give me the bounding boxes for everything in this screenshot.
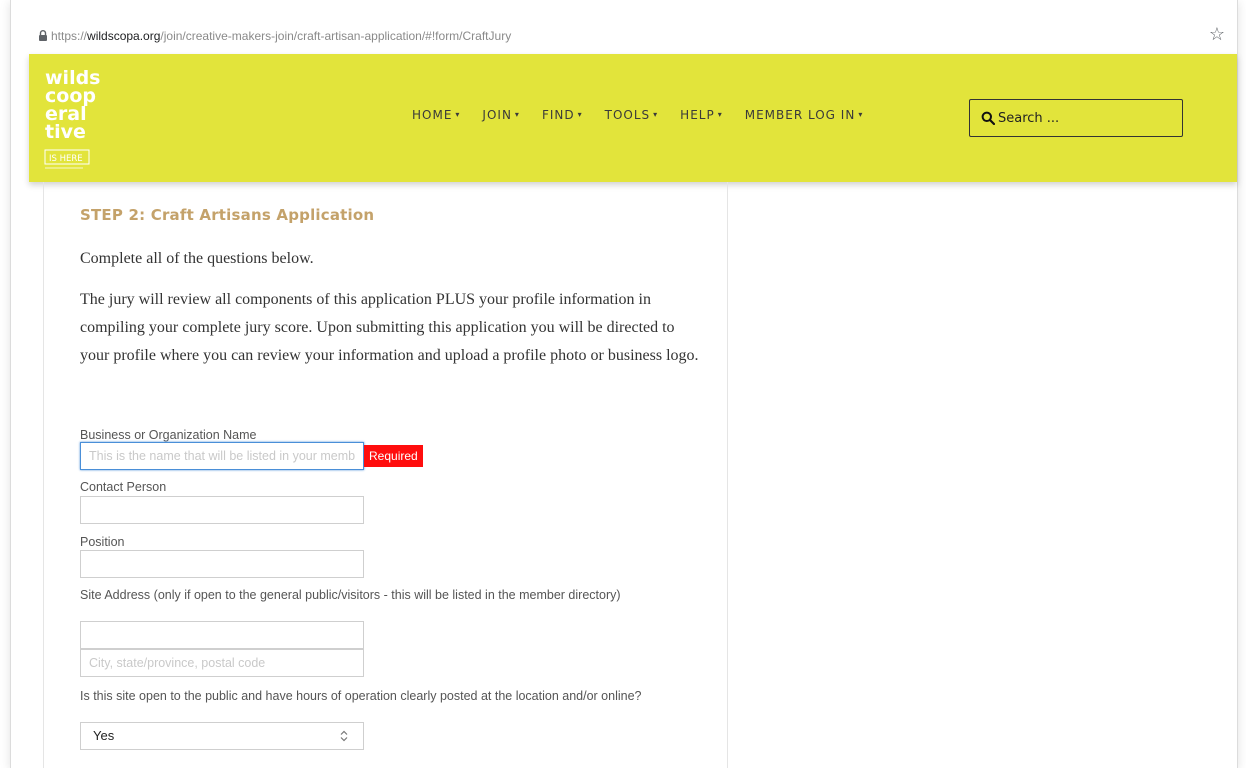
url-prefix: https://	[51, 29, 88, 43]
caret-down-icon: ▾	[577, 110, 583, 119]
site-address-input[interactable]	[80, 621, 364, 649]
open-to-public-label: Is this site open to the public and have…	[80, 689, 642, 703]
nav-home-label: HOME	[412, 108, 453, 122]
intro-text: Complete all of the questions below.	[80, 250, 314, 267]
nav-home[interactable]: HOME ▾	[401, 108, 471, 122]
search-box	[969, 99, 1183, 137]
business-name-label: Business or Organization Name	[80, 428, 257, 442]
nav-member-login[interactable]: MEMBER LOG IN ▾	[734, 108, 875, 122]
caret-down-icon: ▾	[858, 110, 864, 119]
site-logo[interactable]: wilds coop eral tive IS HERE	[43, 62, 113, 174]
svg-text:IS HERE: IS HERE	[49, 154, 83, 164]
caret-down-icon: ▾	[717, 110, 723, 119]
open-to-public-select[interactable]: Yes	[80, 722, 364, 750]
caret-down-icon: ▾	[455, 110, 461, 119]
contact-person-input[interactable]	[80, 496, 364, 524]
position-label: Position	[80, 535, 125, 549]
form-content: STEP 2: Craft Artisans Application Compl…	[43, 182, 728, 768]
url-text[interactable]: https://wildscopa.org/join/creative-make…	[51, 29, 511, 43]
city-state-input[interactable]	[80, 649, 364, 677]
browser-window: https://wildscopa.org/join/creative-make…	[10, 0, 1238, 768]
logo-graphic: wilds coop eral tive IS HERE	[44, 67, 101, 169]
caret-down-icon: ▾	[514, 110, 520, 119]
contact-person-label: Contact Person	[80, 480, 167, 494]
site-address-label: Site Address (only if open to the genera…	[80, 588, 621, 602]
page-title: STEP 2: Craft Artisans Application	[80, 206, 375, 224]
open-to-public-value: Yes	[93, 728, 115, 743]
nav-find[interactable]: FIND ▾	[531, 108, 594, 122]
lock-icon	[39, 30, 47, 41]
nav-tools[interactable]: TOOLS ▾	[594, 108, 670, 122]
select-chevron-icon	[340, 730, 348, 742]
nav-help[interactable]: HELP ▾	[669, 108, 734, 122]
main-nav: HOME ▾ JOIN ▾ FIND ▾ TOOLS ▾ HELP ▾ MEMBER LO…	[401, 108, 874, 122]
bookmark-star-icon[interactable]: ☆	[1207, 24, 1227, 44]
business-name-input[interactable]	[80, 442, 364, 470]
required-badge: Required	[364, 445, 423, 467]
nav-member-login-label: MEMBER LOG IN	[744, 108, 856, 122]
nav-join-label: JOIN	[482, 108, 512, 122]
position-input[interactable]	[80, 550, 364, 578]
nav-find-label: FIND	[541, 108, 575, 122]
nav-join[interactable]: JOIN ▾	[471, 108, 531, 122]
url-path: /join/creative-makers-join/craft-artisan…	[160, 29, 512, 43]
url-domain: wildscopa.org	[87, 29, 161, 43]
search-icon[interactable]	[981, 111, 995, 125]
svg-text:tive: tive	[45, 121, 86, 143]
site-header: wilds coop eral tive IS HERE HOME ▾ JOIN ▾…	[29, 54, 1237, 182]
nav-help-label: HELP	[680, 108, 715, 122]
address-bar[interactable]: https://wildscopa.org/join/creative-make…	[11, 20, 1237, 54]
caret-down-icon: ▾	[653, 110, 659, 119]
search-input[interactable]	[998, 108, 1168, 128]
nav-tools-label: TOOLS	[604, 108, 651, 122]
description-text: The jury will review all components of t…	[80, 291, 699, 364]
